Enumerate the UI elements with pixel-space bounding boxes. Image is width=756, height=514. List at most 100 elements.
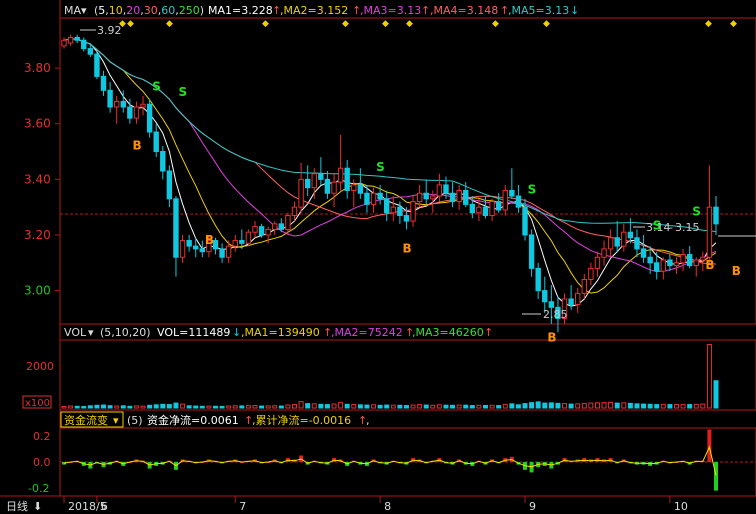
candle-body: [186, 240, 192, 247]
sell-signal: S: [528, 182, 537, 196]
candle-body: [463, 189, 469, 205]
volume-bar: [278, 405, 284, 409]
volume-bar: [693, 403, 699, 409]
recent-price-label: 3.14: [646, 221, 671, 234]
flow-indicator-selector[interactable]: 资金流变: [64, 413, 108, 427]
volume-bar: [601, 402, 607, 409]
candle-body: [370, 192, 377, 205]
price-tick-label: 3.80: [24, 61, 51, 75]
candle-body: [272, 223, 278, 230]
candle-body: [410, 201, 416, 222]
ma-selector-arrow-icon[interactable]: ▾: [81, 4, 87, 17]
volume-bar: [140, 405, 146, 409]
ma-params-close: ): [200, 4, 204, 17]
vol-ma3-up-arrow-icon: ↑: [484, 326, 493, 339]
flow-bars: [62, 429, 718, 491]
event-marker-icon[interactable]: ◆: [262, 19, 269, 29]
event-marker-icon[interactable]: ◆: [342, 19, 349, 29]
ma-indicator-selector[interactable]: MA: [64, 4, 81, 17]
candle-body: [654, 262, 660, 272]
candle-body: [337, 167, 344, 183]
vol-selector-arrow-icon[interactable]: ▾: [88, 326, 94, 339]
candle-body: [647, 256, 653, 264]
volume-bar: [324, 404, 330, 409]
event-marker-icon[interactable]: ◆: [705, 19, 712, 29]
event-marker-icon[interactable]: ◆: [406, 19, 413, 29]
volume-bar: [292, 404, 298, 409]
event-marker-icon[interactable]: ◆: [730, 19, 737, 29]
period-selector[interactable]: 日线: [6, 499, 28, 513]
volume-bar: [74, 405, 80, 409]
vol-indicator-selector[interactable]: VOL: [64, 326, 87, 339]
event-marker-icon[interactable]: ◆: [492, 19, 499, 29]
sell-signal: S: [376, 160, 385, 174]
candle-body: [667, 259, 673, 267]
candle-body: [700, 256, 706, 261]
volume-bar: [555, 402, 561, 409]
candle-body: [160, 151, 166, 172]
candle-body: [515, 195, 522, 208]
volume-bar: [700, 403, 706, 409]
flow-selector-arrow-icon[interactable]: ▾: [113, 414, 119, 427]
candle-body: [113, 100, 120, 108]
volume-bar: [502, 403, 508, 409]
volume-bar: [318, 403, 324, 409]
sell-signal: S: [152, 79, 161, 93]
volume-bar: [575, 403, 581, 409]
volume-bar: [384, 404, 390, 409]
date-label: 10: [674, 500, 688, 513]
ma5-down-arrow-icon: ↓: [570, 4, 579, 17]
volume-bar: [371, 404, 377, 409]
volume-bar: [515, 404, 521, 409]
volume-bar: [430, 404, 436, 409]
candle-body: [146, 103, 153, 133]
main-header: MA ▾ (5,10,20,30,60,250) MA1=3.228 ↑ ,MA…: [64, 4, 579, 17]
price-tick-label: 3.20: [24, 228, 51, 242]
candle-body: [581, 278, 587, 294]
recent-price-separator: -: [669, 221, 673, 234]
volume-bar: [627, 402, 633, 409]
candle-body: [614, 237, 620, 247]
event-marker-icon[interactable]: ◆: [127, 19, 134, 29]
candle-body: [285, 215, 291, 230]
candle-body: [509, 189, 515, 197]
volume-bar: [713, 380, 719, 409]
volume-bar: [298, 401, 304, 409]
candle-body: [528, 234, 535, 269]
top-event-markers: ◆ ◆ ◆ ◆ ◆ ◆ ◆ ◆ ◆ ◆ ◆: [119, 19, 737, 29]
candle-body: [548, 301, 555, 308]
buy-signal: B: [732, 264, 741, 278]
volume-bar: [285, 404, 291, 409]
ma-param-2: 10: [109, 4, 123, 17]
candle-body: [357, 184, 364, 194]
candle-body: [634, 237, 640, 250]
flow-net-value: 资金净流=0.0061: [147, 413, 239, 427]
volume-bar: [568, 403, 574, 409]
flow-bar: [714, 462, 718, 491]
candle-body: [495, 201, 502, 211]
candle-body: [344, 167, 350, 191]
event-marker-icon[interactable]: ◆: [543, 19, 550, 29]
period-arrow-icon[interactable]: ⬇: [33, 500, 42, 513]
ma4-value: ,MA4=3.148: [430, 4, 498, 17]
volume-bar: [252, 405, 258, 409]
volume-bar: [344, 403, 350, 409]
event-marker-icon[interactable]: ◆: [382, 19, 389, 29]
candle-body: [87, 48, 94, 55]
volume-bar: [489, 404, 495, 409]
event-marker-icon[interactable]: ◆: [166, 19, 173, 29]
flow-tick-label: 0.0: [33, 456, 51, 469]
volume-bar: [180, 403, 186, 409]
volume-bar: [120, 405, 126, 409]
candle-body: [94, 53, 100, 77]
flow-bar: [707, 429, 712, 462]
candle-body: [173, 198, 179, 258]
max-price-label: 3.92: [97, 24, 122, 37]
candle-body: [311, 173, 317, 189]
candle-body: [304, 178, 311, 189]
volume-bar: [417, 404, 423, 409]
candle-body: [673, 262, 680, 267]
candle-body: [627, 231, 634, 239]
ma2-value: ,MA2=3.152: [280, 4, 348, 17]
candle-body: [351, 184, 357, 191]
